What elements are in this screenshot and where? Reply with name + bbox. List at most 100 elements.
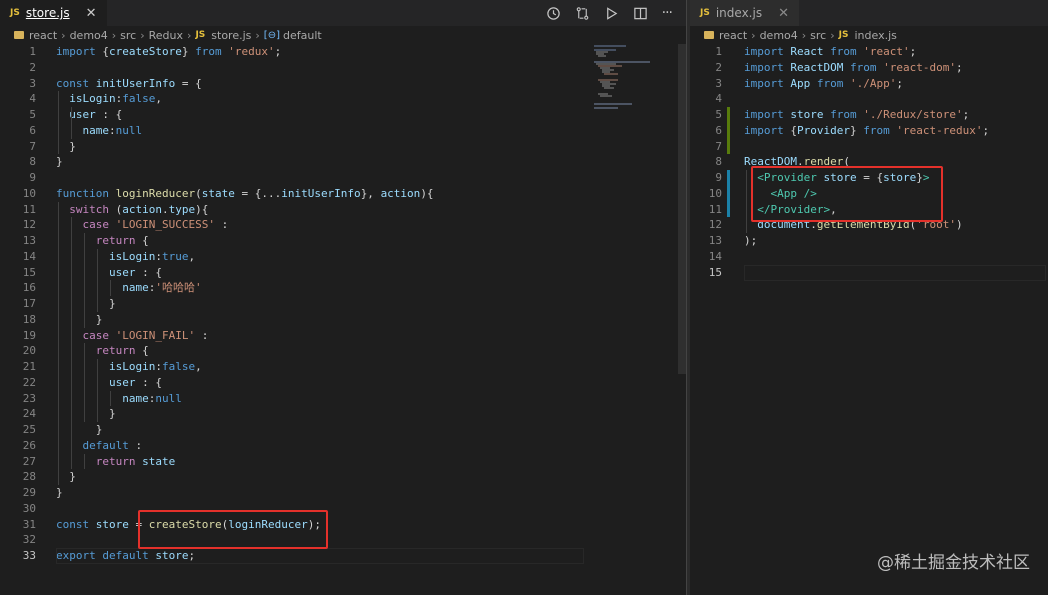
code-line[interactable]: 3 import App from './App';: [690, 76, 1048, 92]
highlight-box-createstore: [138, 510, 328, 549]
code-line[interactable]: 7 }: [0, 139, 686, 155]
chevron-right-icon: ›: [140, 28, 145, 42]
code-line[interactable]: 15 user : {: [0, 265, 686, 281]
close-icon[interactable]: ✕: [86, 6, 97, 21]
line-number: 19: [22, 328, 36, 342]
compare-changes-icon[interactable]: [575, 6, 590, 21]
code-line[interactable]: 24 }: [0, 406, 686, 422]
code-line[interactable]: 29}: [0, 485, 686, 501]
code-line[interactable]: 14 isLogin:true,: [0, 249, 686, 265]
code-line[interactable]: 2: [0, 60, 686, 76]
code-line[interactable]: 3 const initUserInfo = {: [0, 76, 686, 92]
code-text: default :: [82, 438, 143, 452]
vertical-scrollbar[interactable]: [678, 44, 686, 374]
breadcrumb-item[interactable]: index.js: [854, 29, 896, 42]
code-line[interactable]: 1 import React from 'react';: [690, 44, 1048, 60]
code-line[interactable]: 4: [690, 91, 1048, 107]
code-line[interactable]: 1 import {createStore} from 'redux';: [0, 44, 686, 60]
code-line[interactable]: 20 return {: [0, 343, 686, 359]
modified-gutter-mark[interactable]: [727, 170, 730, 218]
code-line[interactable]: 27 return state: [0, 454, 686, 470]
breadcrumb-item[interactable]: src: [810, 29, 826, 42]
run-icon[interactable]: [604, 6, 619, 21]
code-line[interactable]: 12 case 'LOGIN_SUCCESS' :: [0, 217, 686, 233]
breadcrumb-item[interactable]: src: [120, 29, 136, 42]
code-text: name:'哈哈哈': [122, 281, 202, 295]
history-icon[interactable]: [546, 6, 561, 21]
code-line[interactable]: 25 }: [0, 422, 686, 438]
indent-guide: [58, 91, 59, 155]
code-line[interactable]: 26 default :: [0, 438, 686, 454]
code-line[interactable]: 6 import {Provider} from 'react-redux';: [690, 123, 1048, 139]
code-line[interactable]: 2 import ReactDOM from 'react-dom';: [690, 60, 1048, 76]
code-line[interactable]: 30: [0, 501, 686, 517]
code-line[interactable]: 13 return {: [0, 233, 686, 249]
code-line[interactable]: 6 name:null: [0, 123, 686, 139]
symbol-variable-icon: [⊖]: [263, 29, 280, 41]
code-line[interactable]: 5 user : {: [0, 107, 686, 123]
code-line[interactable]: 16 name:'哈哈哈': [0, 280, 686, 296]
line-number: 27: [22, 454, 36, 468]
added-gutter-mark[interactable]: [727, 107, 730, 155]
line-number: 21: [22, 360, 36, 373]
breadcrumb-item[interactable]: Redux: [149, 29, 183, 42]
code-line[interactable]: 7: [690, 139, 1048, 155]
split-editor-icon[interactable]: [633, 6, 648, 21]
line-number: 8: [29, 155, 36, 169]
line-number: 16: [22, 281, 36, 295]
code-line[interactable]: 8}: [0, 154, 686, 170]
more-actions-icon[interactable]: ···: [662, 5, 673, 21]
code-text: function loginReducer(state = {...initUs…: [56, 186, 434, 200]
indent-guide: [97, 359, 98, 422]
breadcrumb-item[interactable]: react: [719, 29, 747, 42]
code-editor[interactable]: 1 import {createStore} from 'redux'; 2 3 con…: [0, 44, 686, 595]
code-line[interactable]: 11 switch (action.type){: [0, 202, 686, 218]
breadcrumb-item[interactable]: demo4: [70, 29, 108, 42]
js-file-icon: JS: [838, 30, 849, 40]
code-line[interactable]: 9: [0, 170, 686, 186]
line-number: 5: [29, 108, 36, 121]
code-line[interactable]: 28 }: [0, 469, 686, 485]
chevron-right-icon: ›: [255, 28, 260, 42]
code-text: case 'LOGIN_FAIL' :: [82, 328, 209, 342]
code-line[interactable]: 14: [690, 249, 1048, 265]
line-number: 12: [708, 218, 722, 232]
line-number: 13: [22, 234, 36, 247]
breadcrumb-item[interactable]: react: [29, 29, 57, 42]
code-text: import {Provider} from 'react-redux';: [744, 123, 990, 137]
code-text: }: [56, 486, 63, 499]
tab-index-js[interactable]: JS index.js ✕: [690, 0, 799, 26]
code-line[interactable]: 23 name:null: [0, 391, 686, 407]
minimap[interactable]: [592, 44, 662, 114]
chevron-right-icon: ›: [61, 28, 66, 42]
line-number: 1: [715, 45, 722, 58]
line-number: 4: [715, 92, 722, 106]
indent-guide: [746, 170, 747, 233]
code-line[interactable]: 5 import store from './Redux/store';: [690, 107, 1048, 123]
code-line[interactable]: 31 const store = createStore(loginReducer…: [0, 517, 686, 533]
code-line[interactable]: 13);: [690, 233, 1048, 249]
line-number: 6: [29, 123, 36, 137]
close-icon[interactable]: ✕: [778, 6, 789, 21]
breadcrumb-item[interactable]: demo4: [760, 29, 798, 42]
breadcrumb-item[interactable]: default: [283, 29, 322, 42]
code-text: name:null: [82, 123, 143, 137]
code-text: switch (action.type){: [69, 202, 209, 216]
code-line[interactable]: 18 }: [0, 312, 686, 328]
code-editor[interactable]: 1 import React from 'react'; 2 import React…: [690, 44, 1048, 595]
code-line[interactable]: 10 function loginReducer(state = {...init…: [0, 186, 686, 202]
line-number: 8: [715, 155, 722, 169]
code-line[interactable]: 32: [0, 532, 686, 548]
tab-store-js[interactable]: JS store.js ✕: [0, 0, 107, 26]
line-number: 32: [22, 533, 36, 547]
code-line[interactable]: 22 user : {: [0, 375, 686, 391]
code-line[interactable]: 19 case 'LOGIN_FAIL' :: [0, 328, 686, 344]
code-line[interactable]: 17 }: [0, 296, 686, 312]
breadcrumb: react › demo4 › src › Redux › JS store.js › […: [0, 26, 686, 44]
code-line[interactable]: 4 isLogin:false,: [0, 91, 686, 107]
line-number: 2: [715, 60, 722, 74]
highlight-box-provider: [751, 166, 943, 222]
code-line[interactable]: 21 isLogin:false,: [0, 359, 686, 375]
js-file-icon: JS: [195, 30, 206, 40]
breadcrumb-item[interactable]: store.js: [211, 29, 251, 42]
